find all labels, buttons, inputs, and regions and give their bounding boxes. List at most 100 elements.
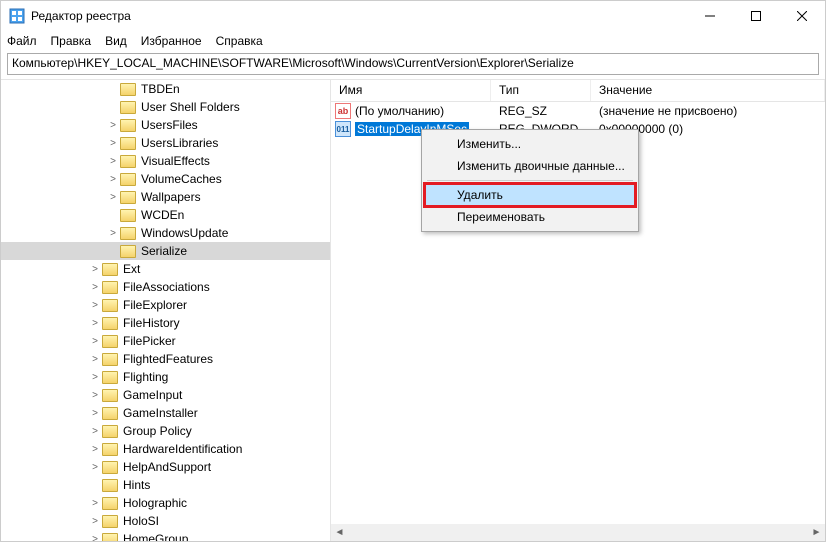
tree-item-label: Ext [121, 262, 142, 276]
tree-item-label: TBDEn [139, 82, 182, 96]
tree-item[interactable]: Hints [1, 476, 330, 494]
window-title: Редактор реестра [31, 9, 687, 23]
menu-favorites[interactable]: Избранное [141, 34, 202, 48]
tree-item-label: Serialize [139, 244, 189, 258]
expand-icon[interactable]: > [89, 390, 101, 401]
scroll-left-icon[interactable]: ◄ [331, 524, 348, 541]
folder-icon [102, 515, 118, 528]
context-menu-item[interactable]: Удалить [425, 184, 635, 206]
folder-icon [120, 191, 136, 204]
tree-item-label: Flighting [121, 370, 170, 384]
scroll-right-icon[interactable]: ► [808, 524, 825, 541]
tree-item[interactable]: >FlightedFeatures [1, 350, 330, 368]
expand-icon[interactable]: > [89, 498, 101, 509]
tree-item-label: HoloSI [121, 514, 161, 528]
folder-icon [120, 119, 136, 132]
tree-item-label: FileExplorer [121, 298, 189, 312]
tree-item-label: GameInstaller [121, 406, 200, 420]
close-button[interactable] [779, 1, 825, 31]
tree-item[interactable]: > VisualEffects [1, 152, 330, 170]
maximize-button[interactable] [733, 1, 779, 31]
folder-icon [102, 353, 118, 366]
column-name[interactable]: Имя [331, 80, 491, 101]
binary-value-icon: 011 [335, 121, 351, 137]
folder-icon [102, 425, 118, 438]
content-panes: TBDEn User Shell Folders >UsersFiles>Users… [1, 79, 825, 541]
tree-item[interactable]: TBDEn [1, 80, 330, 98]
folder-icon [120, 227, 136, 240]
tree-item[interactable]: >UsersFiles [1, 116, 330, 134]
tree-pane[interactable]: TBDEn User Shell Folders >UsersFiles>Users… [1, 80, 331, 541]
expand-icon[interactable]: > [89, 426, 101, 437]
expand-icon[interactable]: > [89, 444, 101, 455]
folder-icon [120, 155, 136, 168]
app-icon [9, 8, 25, 24]
expand-icon[interactable]: > [89, 516, 101, 527]
tree-item[interactable]: > Ext [1, 260, 330, 278]
tree-item[interactable]: > FileExplorer [1, 296, 330, 314]
tree-item[interactable]: > GameInstaller [1, 404, 330, 422]
tree-item-label: GameInput [121, 388, 184, 402]
tree-item[interactable]: > FileHistory [1, 314, 330, 332]
expand-icon[interactable]: > [89, 462, 101, 473]
expand-icon[interactable]: > [107, 192, 119, 203]
horizontal-scrollbar[interactable]: ◄ ► [331, 524, 825, 541]
expand-icon[interactable]: > [107, 156, 119, 167]
tree-item-label: User Shell Folders [139, 100, 242, 114]
tree-item[interactable]: >HelpAndSupport [1, 458, 330, 476]
tree-item[interactable]: > Wallpapers [1, 188, 330, 206]
tree-item[interactable]: Serialize [1, 242, 330, 260]
tree-item-label: FileHistory [121, 316, 182, 330]
address-bar[interactable]: Компьютер\HKEY_LOCAL_MACHINE\SOFTWARE\Mi… [7, 53, 819, 75]
expand-icon[interactable]: > [89, 300, 101, 311]
expand-icon[interactable]: > [89, 372, 101, 383]
tree-item[interactable]: >UsersLibraries [1, 134, 330, 152]
menu-view[interactable]: Вид [105, 34, 127, 48]
column-type[interactable]: Тип [491, 80, 591, 101]
expand-icon[interactable]: > [107, 228, 119, 239]
tree-item[interactable]: >FileAssociations [1, 278, 330, 296]
tree-item-label: Group Policy [121, 424, 194, 438]
context-menu-item[interactable]: Переименовать [425, 206, 635, 228]
value-data: (значение не присвоено) [591, 104, 825, 118]
minimize-button[interactable] [687, 1, 733, 31]
tree-item[interactable]: > Holographic [1, 494, 330, 512]
title-bar: Редактор реестра [1, 1, 825, 31]
tree-item-label: Holographic [121, 496, 189, 510]
tree-item[interactable]: User Shell Folders [1, 98, 330, 116]
expand-icon[interactable]: > [89, 354, 101, 365]
context-menu-item[interactable]: Изменить двоичные данные... [425, 155, 635, 177]
expand-icon[interactable]: > [107, 174, 119, 185]
column-value[interactable]: Значение [591, 80, 825, 101]
tree-item[interactable]: > Flighting [1, 368, 330, 386]
column-headers: Имя Тип Значение [331, 80, 825, 102]
expand-icon[interactable]: > [107, 120, 119, 131]
context-menu-item[interactable]: Изменить... [425, 133, 635, 155]
tree-item-label: Wallpapers [139, 190, 203, 204]
menu-edit[interactable]: Правка [51, 34, 92, 48]
tree-item[interactable]: > HoloSI [1, 512, 330, 530]
tree-item[interactable]: > GameInput [1, 386, 330, 404]
tree-item-label: VisualEffects [139, 154, 212, 168]
tree-item[interactable]: > Group Policy [1, 422, 330, 440]
menu-file[interactable]: Файл [7, 34, 37, 48]
expand-icon[interactable]: > [89, 318, 101, 329]
expand-icon[interactable]: > [89, 282, 101, 293]
expand-icon[interactable]: > [89, 336, 101, 347]
folder-icon [102, 389, 118, 402]
tree-item[interactable]: >HomeGroup [1, 530, 330, 541]
menu-help[interactable]: Справка [216, 34, 263, 48]
expand-icon[interactable]: > [89, 264, 101, 275]
tree-item[interactable]: > HardwareIdentification [1, 440, 330, 458]
folder-icon [120, 173, 136, 186]
expand-icon[interactable]: > [89, 408, 101, 419]
tree-item[interactable]: >VolumeCaches [1, 170, 330, 188]
value-row[interactable]: ab(По умолчанию)REG_SZ(значение не присв… [331, 102, 825, 120]
tree-item-label: WCDEn [139, 208, 186, 222]
expand-icon[interactable]: > [89, 534, 101, 542]
tree-item[interactable]: WCDEn [1, 206, 330, 224]
tree-item-label: HardwareIdentification [121, 442, 244, 456]
tree-item[interactable]: >WindowsUpdate [1, 224, 330, 242]
expand-icon[interactable]: > [107, 138, 119, 149]
tree-item[interactable]: >FilePicker [1, 332, 330, 350]
